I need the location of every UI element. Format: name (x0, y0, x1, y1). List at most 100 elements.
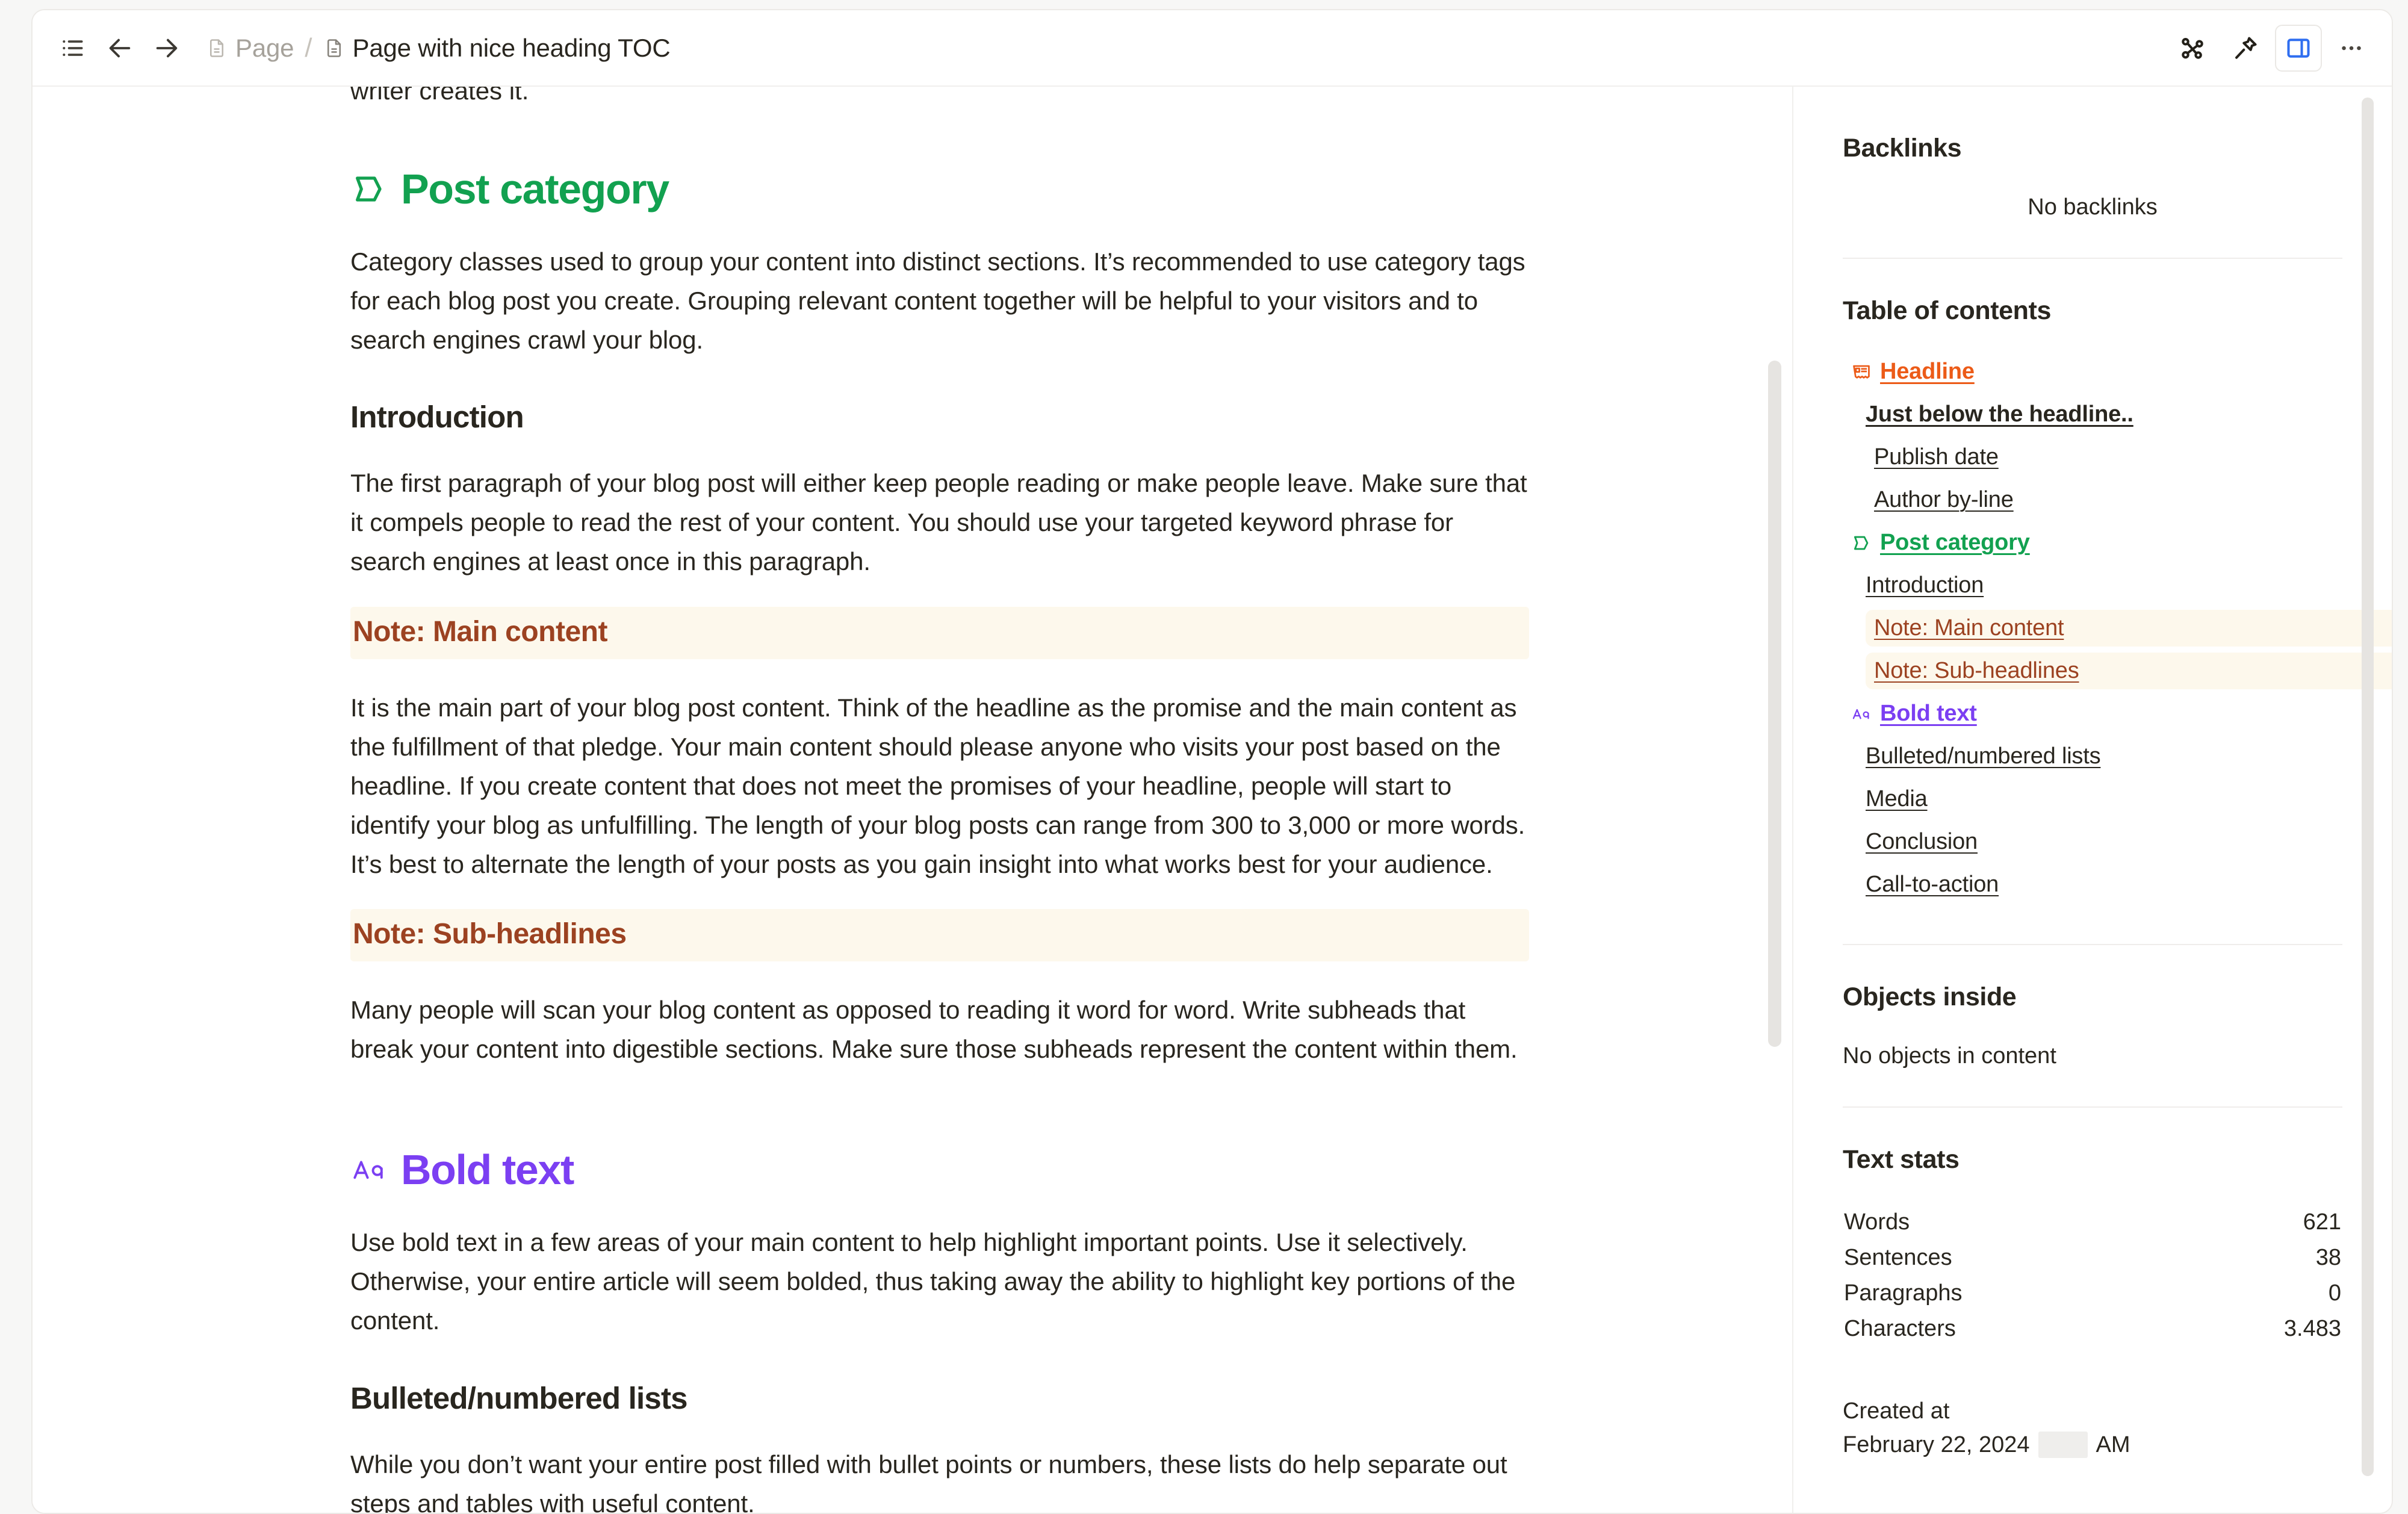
toc-item-label: Introduction (1866, 572, 1984, 598)
paragraph-main-content: It is the main part of your blog post co… (350, 688, 1530, 884)
backlinks-empty-text: No backlinks (1843, 194, 2342, 220)
toc-item-note-main-content[interactable]: Note: Main content (1866, 610, 2392, 647)
font-aa-icon (350, 1151, 388, 1188)
divider (1843, 944, 2342, 945)
breadcrumb-current-label: Page with nice heading TOC (353, 34, 671, 63)
toc-item-conclusion[interactable]: Conclusion (1857, 824, 2342, 860)
toc-item-label: Note: Sub-headlines (1874, 658, 2079, 684)
clipped-paragraph-top: writer creates it. (350, 87, 1530, 100)
stat-row-paragraphs: Paragraphs 0 (1843, 1276, 2342, 1311)
toc-item-label: Conclusion (1866, 829, 1978, 855)
toc-item-bold-text[interactable]: Bold text (1843, 695, 2342, 732)
objects-inside-title: Objects inside (1843, 982, 2342, 1012)
stat-value: 3.483 (2284, 1316, 2341, 1342)
app-window: Page / Page with nice heading TOC (31, 9, 2393, 1514)
breadcrumb-parent-label: Page (235, 34, 294, 63)
paragraph-post-category: Category classes used to group your cont… (350, 242, 1530, 359)
stat-row-words: Words 621 (1843, 1205, 2342, 1240)
divider (1843, 1106, 2342, 1108)
sidebar-scrollbar[interactable] (2362, 98, 2374, 1476)
backlinks-section: Backlinks No backlinks (1843, 134, 2342, 220)
topbar-right-group (2169, 25, 2375, 72)
created-at-meridiem: AM (2096, 1432, 2130, 1458)
breadcrumb-item-current[interactable]: Page with nice heading TOC (317, 30, 677, 66)
paragraph-sub-headlines: Many people will scan your blog content … (350, 990, 1530, 1069)
created-at-label: Created at (1843, 1398, 2342, 1424)
heading-bold-text-label: Bold text (401, 1146, 574, 1194)
note-heading-sub-headlines: Note: Sub-headlines (350, 909, 1529, 961)
document-pane: writer creates it. Post category Categor… (33, 87, 1793, 1514)
heading-post-category: Post category (350, 165, 1530, 213)
paragraph-bulleted-lists: While you don’t want your entire post fi… (350, 1445, 1530, 1514)
pin-icon[interactable] (2222, 25, 2269, 72)
tag-icon (1851, 533, 1872, 553)
toc-item-label: Call-to-action (1866, 872, 1999, 898)
breadcrumb-item-parent[interactable]: Page (200, 30, 300, 66)
toc-item-label: Headline (1880, 359, 1975, 385)
toc-item-label: Note: Main content (1874, 615, 2064, 641)
right-sidebar: Backlinks No backlinks Table of contents (1793, 87, 2392, 1514)
toc-item-author-by-line[interactable]: Author by-line (1866, 482, 2342, 518)
right-sidebar-toggle-icon[interactable] (2275, 25, 2322, 72)
stat-label: Characters (1844, 1316, 1956, 1342)
heading-bold-text: Bold text (350, 1146, 1530, 1194)
newspaper-icon (1851, 362, 1872, 382)
created-at-date: February 22, 2024 (1843, 1432, 2030, 1458)
document-icon (206, 37, 228, 59)
toc-item-just-below-the-headline[interactable]: Just below the headline.. (1857, 396, 2342, 433)
toc-item-label: Publish date (1874, 444, 1999, 470)
toc-item-media[interactable]: Media (1857, 781, 2342, 817)
toc-item-publish-date[interactable]: Publish date (1866, 439, 2342, 476)
stat-value: 38 (2316, 1245, 2341, 1271)
toc-list: Headline Just below the headline.. Publi… (1843, 353, 2342, 903)
objects-inside-section: Objects inside No objects in content (1843, 982, 2342, 1069)
created-at-section: Created at February 22, 2024 AM (1843, 1398, 2342, 1458)
document-icon (323, 37, 345, 59)
created-at-value: February 22, 2024 AM (1843, 1432, 2342, 1458)
text-stats-title: Text stats (1843, 1145, 2342, 1174)
heading-post-category-label: Post category (401, 165, 669, 213)
text-stats-section: Text stats Words 621 Sentences 38 Paragr… (1843, 1145, 2342, 1347)
toc-item-bulleted-numbered-lists[interactable]: Bulleted/numbered lists (1857, 738, 2342, 775)
toc-item-note-sub-headlines[interactable]: Note: Sub-headlines (1866, 653, 2392, 689)
toc-item-call-to-action[interactable]: Call-to-action (1857, 866, 2342, 903)
paragraph-introduction: The first paragraph of your blog post wi… (350, 464, 1530, 581)
toc-item-label: Just below the headline.. (1866, 402, 2133, 427)
sidebar-content: Backlinks No backlinks Table of contents (1793, 87, 2392, 1458)
document-scrollbar[interactable] (1768, 361, 1781, 1047)
more-horizontal-icon[interactable] (2328, 25, 2375, 72)
toc-item-label: Bold text (1880, 701, 1977, 727)
divider (1843, 258, 2342, 259)
heading-bulleted-lists: Bulleted/numbered lists (350, 1380, 1530, 1416)
toc-item-label: Bulleted/numbered lists (1866, 743, 2100, 769)
toc-item-label: Post category (1880, 530, 2030, 556)
stat-value: 621 (2303, 1209, 2341, 1235)
arrow-left-icon[interactable] (96, 25, 143, 72)
toc-item-headline[interactable]: Headline (1843, 353, 2342, 390)
body-split: writer creates it. Post category Categor… (33, 87, 2392, 1514)
arrow-right-icon[interactable] (143, 25, 190, 72)
top-bar: Page / Page with nice heading TOC (33, 10, 2392, 87)
paragraph-bold-text: Use bold text in a few areas of your mai… (350, 1223, 1530, 1340)
font-aa-icon (1851, 704, 1872, 724)
heading-introduction: Introduction (350, 399, 1530, 435)
stat-label: Words (1844, 1209, 1910, 1235)
toc-title: Table of contents (1843, 296, 2342, 326)
tag-icon (350, 170, 388, 208)
stat-row-sentences: Sentences 38 (1843, 1240, 2342, 1276)
toc-item-label: Author by-line (1874, 487, 2014, 513)
stat-value: 0 (2329, 1280, 2341, 1306)
breadcrumb-separator: / (305, 33, 312, 63)
stat-label: Paragraphs (1844, 1280, 1962, 1306)
toc-section: Table of contents Headline (1843, 296, 2342, 903)
topbar-left-group: Page / Page with nice heading TOC (49, 25, 676, 72)
text-stats-list: Words 621 Sentences 38 Paragraphs 0 Ch (1843, 1205, 2342, 1347)
toc-item-post-category[interactable]: Post category (1843, 524, 2342, 561)
note-heading-main-content: Note: Main content (350, 607, 1529, 659)
document-column: writer creates it. Post category Categor… (350, 87, 1530, 1514)
backlinks-title: Backlinks (1843, 134, 2342, 163)
graph-relation-icon[interactable] (2169, 25, 2216, 72)
toc-item-introduction[interactable]: Introduction (1857, 567, 2342, 604)
stat-label: Sentences (1844, 1245, 1952, 1271)
list-menu-icon[interactable] (49, 25, 96, 72)
